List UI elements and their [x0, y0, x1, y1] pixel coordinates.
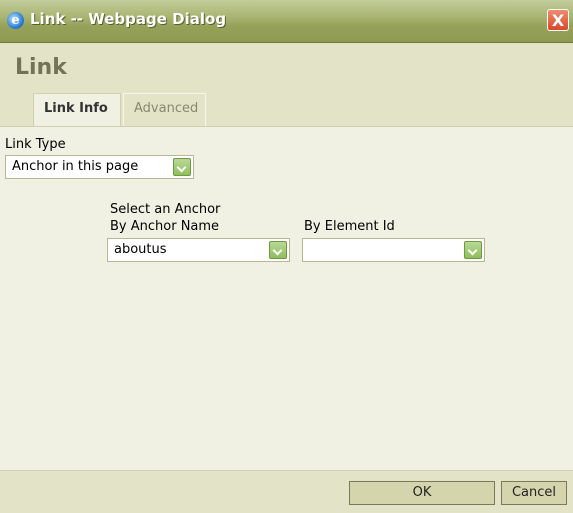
close-button[interactable]: X: [547, 9, 569, 31]
window-title: Link -- Webpage Dialog: [30, 10, 227, 28]
link-type-select[interactable]: Anchor in this page: [5, 155, 194, 179]
ie-icon: e: [7, 12, 24, 29]
link-type-value: Anchor in this page: [12, 159, 139, 174]
anchor-name-value: aboutus: [114, 242, 167, 257]
tab-link-info[interactable]: Link Info: [33, 93, 121, 127]
dialog-header: Link Link Info Advanced: [0, 43, 573, 127]
element-id-select[interactable]: [302, 238, 485, 262]
window-titlebar[interactable]: e Link -- Webpage Dialog X: [0, 0, 573, 43]
tab-advanced[interactable]: Advanced: [123, 93, 206, 126]
cancel-button[interactable]: Cancel: [501, 481, 567, 505]
ok-button[interactable]: OK: [349, 481, 495, 505]
dialog-title: Link: [15, 55, 67, 80]
by-element-id-label: By Element Id: [304, 219, 395, 234]
by-anchor-name-label: By Anchor Name: [110, 219, 220, 234]
link-type-label: Link Type: [5, 137, 66, 152]
tab-content: Link Type Anchor in this page Select an …: [0, 126, 573, 471]
chevron-down-icon[interactable]: [464, 241, 482, 259]
close-icon: X: [551, 11, 565, 30]
anchor-name-select[interactable]: aboutus: [107, 238, 290, 262]
select-anchor-label: Select an Anchor: [110, 202, 221, 217]
chevron-down-icon[interactable]: [269, 241, 287, 259]
dialog-footer: OK Cancel: [0, 470, 573, 513]
chevron-down-icon[interactable]: [173, 158, 191, 176]
